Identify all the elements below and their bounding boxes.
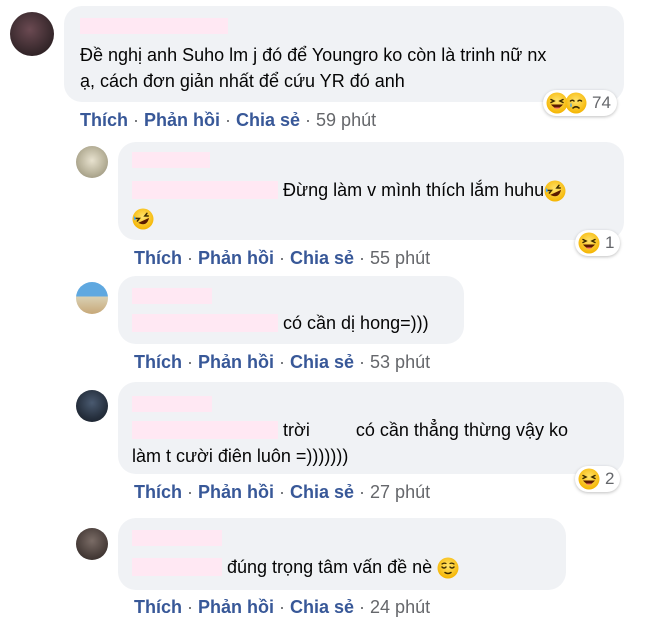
- laughing-emoji-icon: [578, 468, 600, 490]
- reaction-count: 1: [605, 233, 615, 252]
- crying-emoji-icon: [565, 92, 587, 114]
- separator: ·: [359, 597, 366, 617]
- comment-text-line: đúng trọng tâm vấn đề nè: [132, 554, 459, 580]
- rolling-laughing-emoji-icon: [132, 208, 154, 230]
- separator: ·: [225, 110, 231, 130]
- separator: ·: [187, 248, 193, 268]
- reply-button[interactable]: Phản hồi: [144, 110, 220, 130]
- reaction-summary[interactable]: 1: [575, 230, 621, 256]
- rolling-laughing-emoji-icon: [544, 180, 566, 202]
- like-button[interactable]: Thích: [134, 352, 182, 372]
- separator: ·: [187, 352, 193, 372]
- laughing-emoji-icon: [578, 232, 600, 254]
- comment-text-line: [132, 205, 154, 231]
- avatar[interactable]: [76, 146, 108, 178]
- separator: ·: [133, 110, 139, 130]
- timestamp[interactable]: 24 phút: [370, 597, 430, 617]
- mention-redacted[interactable]: [132, 181, 278, 199]
- separator: ·: [359, 482, 366, 502]
- separator: ·: [279, 482, 285, 502]
- timestamp[interactable]: 53 phút: [370, 352, 430, 372]
- reaction-summary[interactable]: 2: [575, 466, 621, 492]
- author-name-redacted[interactable]: [132, 288, 212, 304]
- comment-text-line: làm t cười điên luôn =))))))): [132, 446, 349, 466]
- reply-button[interactable]: Phản hồi: [198, 248, 274, 268]
- separator: ·: [305, 110, 312, 130]
- reply-button[interactable]: Phản hồi: [198, 597, 274, 617]
- avatar[interactable]: [76, 282, 108, 314]
- author-name-redacted[interactable]: [132, 530, 222, 546]
- comment-text: có cần dị hong=))): [283, 313, 429, 333]
- comment-text-line: Đừng làm v mình thích lắm huhu: [132, 177, 566, 203]
- comment-text: trời: [283, 420, 310, 440]
- reaction-summary[interactable]: 74: [543, 90, 617, 116]
- like-button[interactable]: Thích: [134, 248, 182, 268]
- relieved-emoji-icon: [437, 557, 459, 579]
- comment-actions: Thích · Phản hồi · Chia sẻ · 59 phút: [80, 110, 376, 131]
- comment-text: đúng trọng tâm vấn đề nè: [227, 557, 433, 577]
- like-button[interactable]: Thích: [134, 482, 182, 502]
- mention-redacted[interactable]: [132, 421, 278, 439]
- author-name-redacted[interactable]: [132, 152, 210, 168]
- comment-text-line: trời có cần thẳng thừng vậy ko: [132, 417, 568, 443]
- comment-text-line: Đề nghị anh Suho lm j đó để Youngro ko c…: [80, 45, 547, 65]
- mention-redacted[interactable]: [132, 314, 278, 332]
- comment-actions: Thích · Phản hồi · Chia sẻ · 24 phút: [134, 597, 430, 618]
- separator: ·: [187, 597, 193, 617]
- separator: ·: [279, 597, 285, 617]
- timestamp[interactable]: 55 phút: [370, 248, 430, 268]
- share-button[interactable]: Chia sẻ: [290, 597, 354, 617]
- share-button[interactable]: Chia sẻ: [290, 352, 354, 372]
- avatar[interactable]: [10, 12, 54, 56]
- separator: ·: [187, 482, 193, 502]
- timestamp[interactable]: 27 phút: [370, 482, 430, 502]
- author-name-redacted[interactable]: [80, 18, 228, 34]
- comment-text-line: có cần dị hong=))): [132, 310, 429, 336]
- share-button[interactable]: Chia sẻ: [236, 110, 300, 130]
- comment-text: Đừng làm v mình thích lắm huhu: [283, 180, 545, 200]
- avatar[interactable]: [76, 390, 108, 422]
- avatar[interactable]: [76, 528, 108, 560]
- author-name-redacted[interactable]: [132, 396, 212, 412]
- reply-button[interactable]: Phản hồi: [198, 482, 274, 502]
- share-button[interactable]: Chia sẻ: [290, 482, 354, 502]
- comment-text-line: ạ, cách đơn giản nhất để cứu YR đó anh: [80, 71, 405, 91]
- reaction-count: 2: [605, 469, 615, 488]
- mention-redacted[interactable]: [132, 558, 222, 576]
- reaction-count: 74: [592, 93, 611, 112]
- separator: ·: [359, 352, 366, 372]
- separator: ·: [279, 248, 285, 268]
- comment-actions: Thích · Phản hồi · Chia sẻ · 55 phút: [134, 248, 430, 269]
- like-button[interactable]: Thích: [134, 597, 182, 617]
- comment-text: có cần thẳng thừng vậy ko: [355, 420, 569, 440]
- comment-actions: Thích · Phản hồi · Chia sẻ · 27 phút: [134, 482, 430, 503]
- like-button[interactable]: Thích: [80, 110, 128, 130]
- separator: ·: [279, 352, 285, 372]
- reply-button[interactable]: Phản hồi: [198, 352, 274, 372]
- timestamp[interactable]: 59 phút: [316, 110, 376, 130]
- separator: ·: [359, 248, 366, 268]
- share-button[interactable]: Chia sẻ: [290, 248, 354, 268]
- comment-actions: Thích · Phản hồi · Chia sẻ · 53 phút: [134, 352, 430, 373]
